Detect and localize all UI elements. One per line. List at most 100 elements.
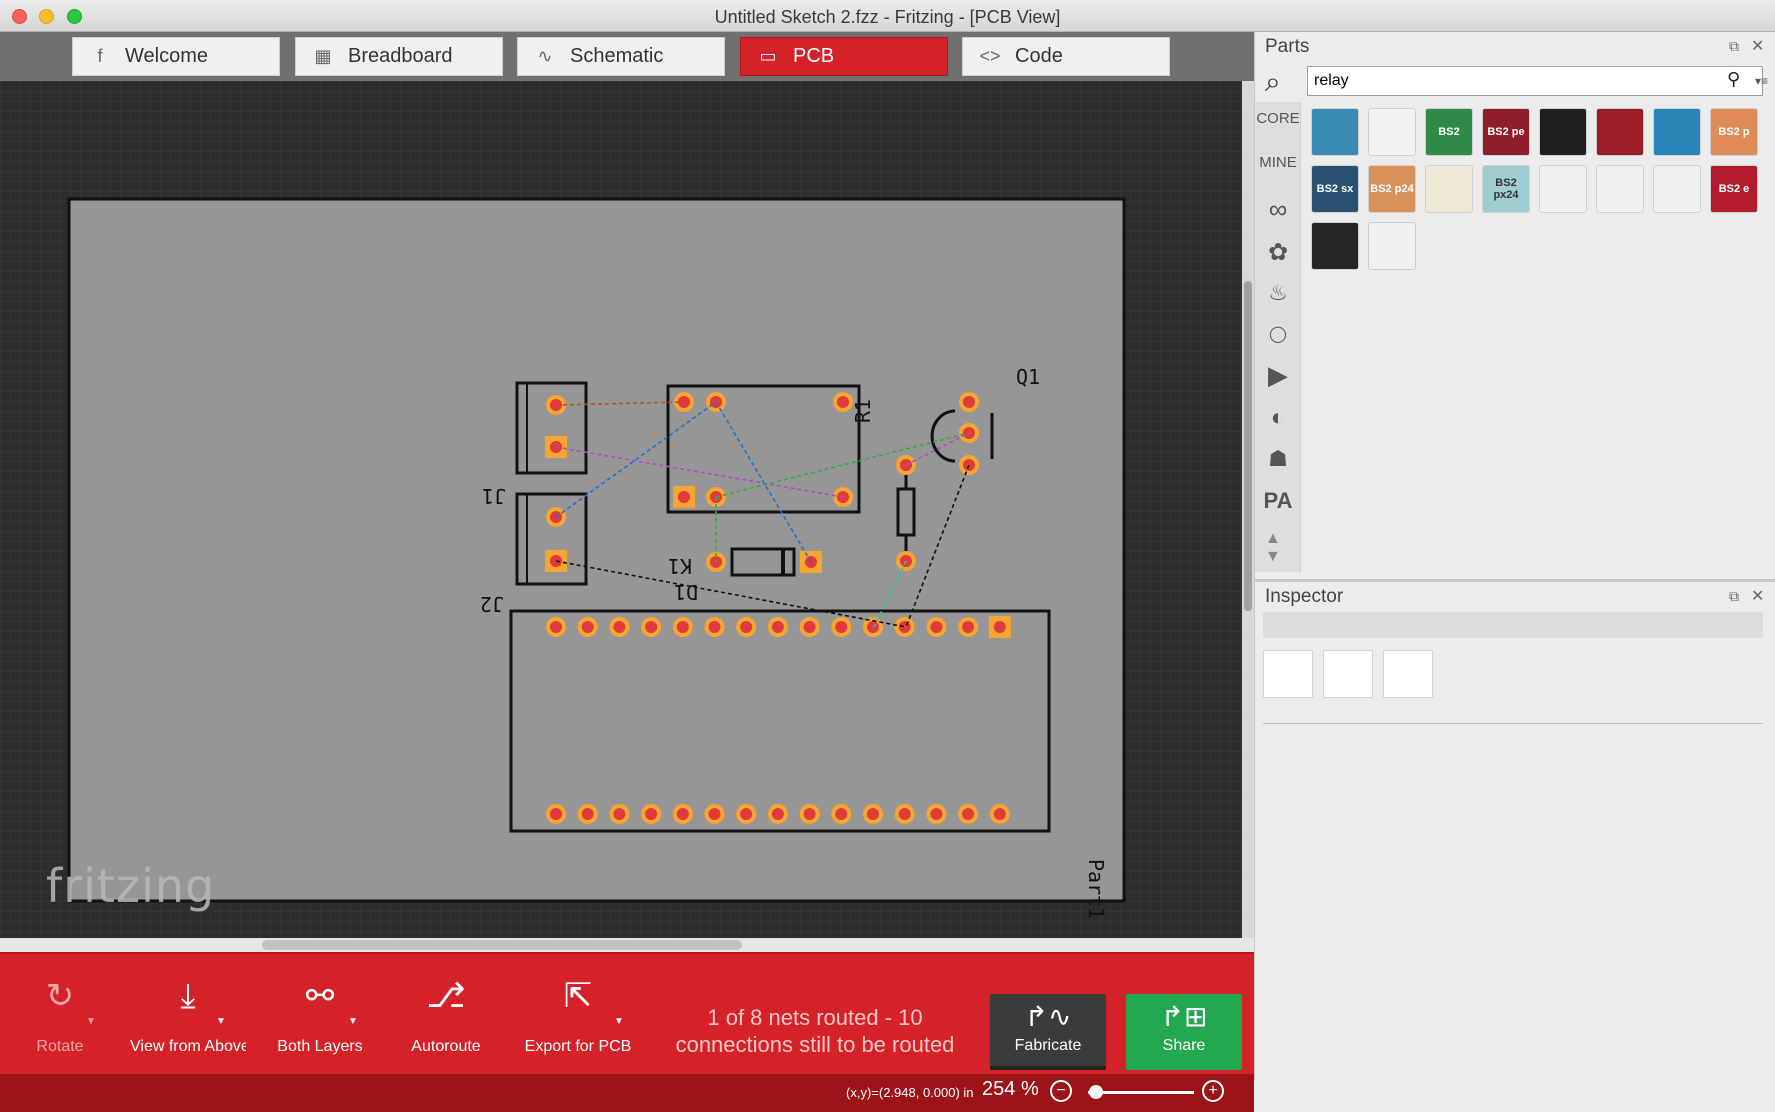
tab-schematic[interactable]: ∿ Schematic: [517, 37, 725, 76]
part-result-item[interactable]: BS2 p24: [1368, 165, 1416, 213]
part-result-item[interactable]: [1368, 222, 1416, 270]
pcb-canvas[interactable]: J1 J2 R1 Q1 K1 D1 Part1 fritzing: [0, 81, 1242, 938]
seeed-bin-icon[interactable]: ♨: [1255, 280, 1301, 306]
tab-pcb[interactable]: ▭ PCB: [740, 37, 948, 76]
vertical-scroll-thumb[interactable]: [1244, 281, 1252, 611]
scroll-down-icon[interactable]: ▼: [1265, 548, 1281, 566]
label-j2: J2: [480, 592, 504, 616]
fritzing-f-icon: f: [97, 46, 103, 66]
inspector-image-pcb: [1383, 650, 1433, 698]
pcb-drawing[interactable]: J1 J2 R1 Q1 K1 D1 Part1: [0, 81, 1242, 938]
share-button[interactable]: ↱⊞ Share: [1126, 994, 1242, 1070]
part-result-item[interactable]: BS2 p: [1710, 108, 1758, 156]
pa-bin-icon[interactable]: PA: [1255, 488, 1301, 514]
pcb-icon: ▭: [759, 46, 777, 66]
part-result-item[interactable]: [1368, 108, 1416, 156]
sparkfun-bin-icon[interactable]: ✿: [1255, 238, 1301, 267]
inspector-title-field: [1263, 612, 1763, 638]
both-layers-button[interactable]: ⚯ ▼ Both Layers: [268, 954, 372, 1076]
vertical-scrollbar[interactable]: [1242, 81, 1254, 938]
right-dock: Parts ⧉ ✕ ⌕ ⚲ ▾≡ CORE MINE ∞ ✿ ♨ ◯ ▶ ◐ ☗…: [1254, 32, 1775, 1080]
view-from-above-button[interactable]: ⤓ ▼ View from Above: [130, 954, 246, 1076]
code-icon: <>: [979, 46, 1001, 66]
bottom-toolbar: ↻ ▼ Rotate ⤓ ▼ View from Above ⚯ ▼ Both …: [0, 952, 1254, 1074]
zoom-slider-handle[interactable]: [1089, 1085, 1103, 1099]
part-result-item[interactable]: BS2 sx: [1311, 165, 1359, 213]
rotate-icon: ↻: [45, 977, 75, 1015]
scroll-up-icon[interactable]: ▲: [1265, 530, 1281, 548]
autoroute-button[interactable]: ⎇ Autoroute: [396, 954, 496, 1076]
dropdown-caret-icon: ▼: [86, 1016, 96, 1027]
breadboard-icon: ▦: [314, 46, 332, 66]
zoom-in-icon[interactable]: +: [1202, 1080, 1224, 1102]
undock-inspector-icon[interactable]: ⧉: [1729, 588, 1739, 605]
part-result-item[interactable]: [1539, 165, 1587, 213]
fabricate-icon: ↱∿: [1024, 1001, 1072, 1032]
arduino-bin-icon[interactable]: ∞: [1255, 194, 1301, 225]
rotate-button[interactable]: ↻ ▼ Rotate: [20, 954, 100, 1076]
intel-bin-icon[interactable]: ◯: [1255, 324, 1301, 344]
search-go-icon[interactable]: ⚲: [1727, 69, 1740, 90]
tab-label: Schematic: [570, 45, 664, 67]
parts-panel-title: Parts: [1265, 36, 1310, 57]
close-parts-icon[interactable]: ✕: [1751, 36, 1764, 56]
undock-parts-icon[interactable]: ⧉: [1729, 38, 1739, 55]
label-k1: K1: [668, 554, 692, 578]
export-pcb-button[interactable]: ⇱ ▼ Export for PCB: [516, 954, 640, 1076]
zoom-out-icon[interactable]: −: [1050, 1080, 1072, 1102]
horizontal-scrollbar[interactable]: [0, 938, 1254, 952]
zoom-unit: %: [1020, 1078, 1039, 1100]
label-j1: J1: [482, 484, 506, 508]
tab-label: Breadboard: [348, 45, 453, 67]
label-d1: D1: [674, 580, 698, 604]
part-result-item[interactable]: [1539, 108, 1587, 156]
share-icon: ↱⊞: [1160, 1001, 1208, 1032]
inspector-image-schematic: [1323, 650, 1373, 698]
inspector-image-breadboard: [1263, 650, 1313, 698]
bin-mine[interactable]: MINE: [1255, 154, 1301, 171]
zoom-slider[interactable]: [1088, 1091, 1194, 1094]
part-result-item[interactable]: BS2 e: [1710, 165, 1758, 213]
panel-divider[interactable]: [1255, 579, 1775, 582]
window-title: Untitled Sketch 2.fzz - Fritzing - [PCB …: [714, 7, 1061, 27]
parts-search-input[interactable]: [1307, 66, 1763, 96]
horizontal-scroll-thumb[interactable]: [262, 940, 742, 950]
inspector-panel-title: Inspector: [1265, 586, 1344, 607]
part-result-item[interactable]: BS2 pe: [1482, 108, 1530, 156]
view-from-above-label: View from Above: [130, 1038, 246, 1055]
dropdown-caret-icon: ▼: [216, 1016, 226, 1027]
label-q1: Q1: [1016, 365, 1040, 389]
part-result-item[interactable]: [1425, 165, 1473, 213]
part-result-item[interactable]: [1596, 165, 1644, 213]
rotate-label: Rotate: [36, 1038, 84, 1055]
part-result-item[interactable]: BS2 px24: [1482, 165, 1530, 213]
main-workspace: f Welcome ▦ Breadboard ∿ Schematic ▭ PCB…: [0, 32, 1254, 1112]
part-result-item[interactable]: [1653, 165, 1701, 213]
parts-bins: CORE MINE ∞ ✿ ♨ ◯ ▶ ◐ ☗ PA ▲ ▼: [1255, 102, 1301, 572]
robot-bin-icon[interactable]: ☗: [1255, 446, 1301, 472]
dropdown-caret-icon: ▼: [348, 1016, 358, 1027]
part-result-item[interactable]: [1653, 108, 1701, 156]
schematic-icon: ∿: [537, 46, 553, 66]
search-icon[interactable]: ⌕: [1265, 66, 1281, 99]
close-inspector-icon[interactable]: ✕: [1751, 586, 1764, 606]
maker-bin-icon[interactable]: ◐: [1255, 404, 1301, 432]
fritzing-watermark: fritzing: [46, 859, 216, 913]
fabricate-button[interactable]: ↱∿ Fabricate: [990, 994, 1106, 1070]
part-result-item[interactable]: BS2: [1425, 108, 1473, 156]
tab-code[interactable]: <> Code: [962, 37, 1170, 76]
part-result-item[interactable]: [1311, 108, 1359, 156]
play-bin-icon[interactable]: ▶: [1255, 360, 1301, 391]
dropdown-caret-icon: ▼: [614, 1016, 624, 1027]
tab-welcome[interactable]: f Welcome: [72, 37, 280, 76]
bin-core[interactable]: CORE: [1255, 110, 1301, 127]
export-pcb-label: Export for PCB: [524, 1038, 632, 1055]
tab-breadboard[interactable]: ▦ Breadboard: [295, 37, 503, 76]
fabricate-label: Fabricate: [1014, 1037, 1082, 1054]
pcb-board[interactable]: [67, 197, 1126, 903]
part-result-item[interactable]: [1596, 108, 1644, 156]
search-options-icon[interactable]: ▾≡: [1755, 74, 1768, 88]
part-result-item[interactable]: [1311, 222, 1359, 270]
share-label: Share: [1162, 1037, 1206, 1054]
zoom-level: 254 %: [982, 1078, 1039, 1101]
